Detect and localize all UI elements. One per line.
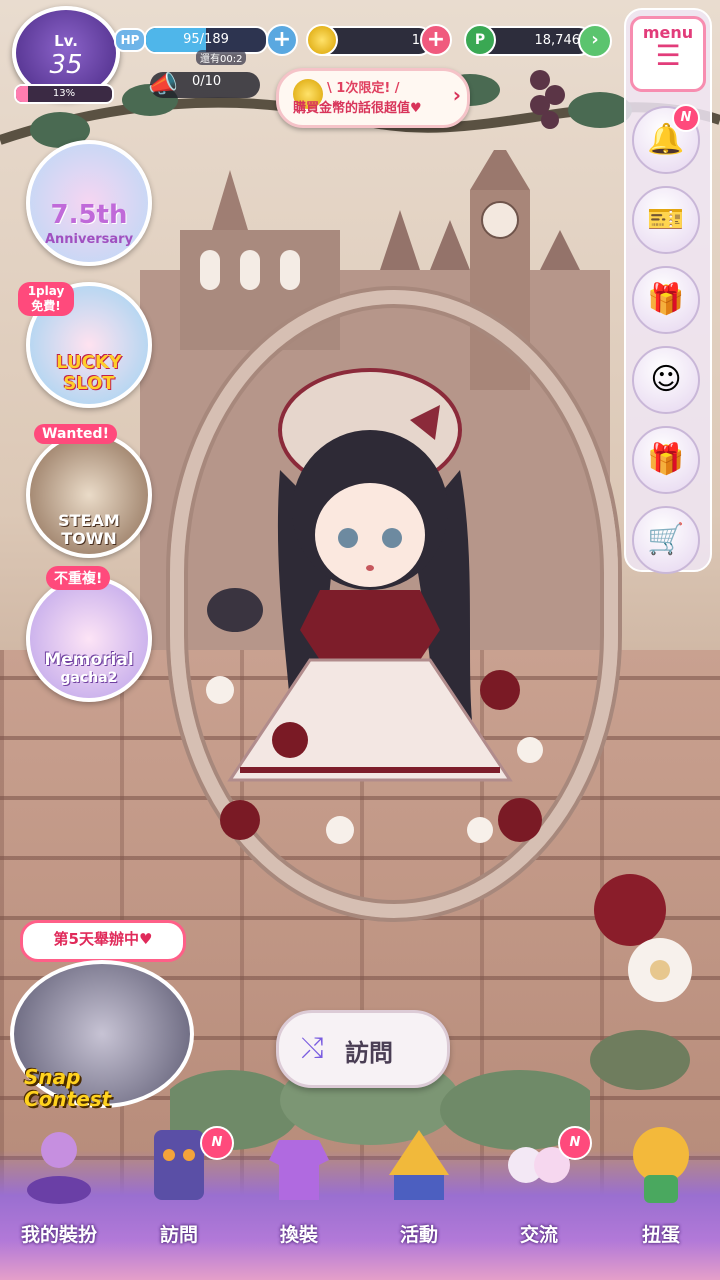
nav-gacha[interactable]: 扭蛋 — [606, 1120, 716, 1280]
steam-town-banner[interactable]: STEAM TOWN — [26, 432, 152, 558]
visit-button[interactable]: ⤭ 訪問 — [276, 1010, 450, 1088]
points-value: 18,746 — [534, 33, 581, 48]
present-box-button[interactable]: 🎁 — [632, 426, 700, 494]
ticket-icon: 🎫 — [647, 202, 685, 237]
shopping-cart-icon: 🛒 — [647, 522, 685, 557]
mascot-button[interactable]: ☺ — [632, 346, 700, 414]
coin-value: 1 — [411, 33, 420, 48]
nav-events-label: 活動 — [399, 1224, 438, 1246]
points-arrow-button[interactable]: › — [578, 24, 612, 58]
avatar-character[interactable] — [180, 300, 560, 860]
snap-title-line1: Snap — [24, 1065, 81, 1089]
anniversary-title: 7.5th — [50, 200, 128, 230]
nav-visit-badge: N — [200, 1126, 234, 1160]
snap-contest-title: Snap Contest — [24, 1066, 111, 1110]
dressing-icon — [27, 1132, 91, 1204]
present-box-icon: 🎁 — [647, 442, 685, 477]
gift-icon: 🎁 — [647, 282, 685, 317]
exp-bar: 13% — [14, 84, 114, 104]
ticket-button[interactable]: 🎫 — [632, 186, 700, 254]
snap-title-line2: Contest — [24, 1087, 112, 1111]
flower-decoration — [590, 874, 692, 1090]
anniversary-subtitle: Anniversary — [44, 232, 134, 247]
level-value: 35 — [49, 50, 83, 80]
memorial-gacha-banner[interactable]: Memorial gacha2 — [26, 576, 152, 702]
add-coins-button[interactable]: + — [420, 24, 452, 56]
visit-label: 訪問 — [345, 1039, 393, 1067]
wardrobe-icon — [269, 1140, 329, 1200]
menu-button[interactable]: menu ☰ — [630, 16, 706, 92]
exp-percent: 13% — [52, 88, 76, 99]
promo-line2: 購買金幣的話很超值♥ — [293, 101, 422, 116]
nav-visit-label: 訪問 — [159, 1224, 198, 1246]
nav-social-badge: N — [558, 1126, 592, 1160]
tent-icon — [389, 1130, 449, 1200]
free-play-tag: 1play 免費! — [18, 282, 74, 316]
shuffle-icon: ⤭ — [301, 1031, 324, 1064]
nav-wardrobe-label: 換裝 — [279, 1224, 318, 1246]
megaphone-icon: 📣 — [148, 70, 178, 98]
ticket-value: 0/10 — [192, 74, 222, 89]
hp-tag: HP — [114, 28, 146, 52]
no-duplicate-tag: 不重複! — [46, 566, 111, 590]
nav-social-label: 交流 — [519, 1224, 558, 1246]
nav-wardrobe[interactable]: 換裝 — [244, 1120, 354, 1280]
nav-my-outfit-label: 我的裝扮 — [20, 1224, 97, 1246]
gift-button[interactable]: 🎁 — [632, 266, 700, 334]
steam-town-title: STEAM TOWN — [58, 511, 120, 548]
notifications-badge: N — [672, 104, 700, 132]
anniversary-event-banner[interactable]: 7.5th Anniversary — [26, 140, 152, 266]
mascot-icon: ☺ — [650, 362, 682, 397]
hp-recovery-timer: 還有00:2 — [196, 50, 247, 65]
shop-button[interactable]: 🛒 — [632, 506, 700, 574]
memorial-subtitle: gacha2 — [60, 670, 118, 686]
hamburger-icon: ☰ — [655, 39, 681, 72]
lucky-slot-title: LUCKY SLOT — [56, 352, 122, 394]
points-icon: P — [464, 24, 496, 56]
memorial-title: Memorial — [44, 650, 134, 670]
nav-gacha-label: 扭蛋 — [641, 1224, 680, 1246]
level-label: Lv. — [54, 32, 78, 50]
add-hp-button[interactable]: + — [266, 24, 298, 56]
coin-promo-banner[interactable]: \ 1次限定! / 購買金幣的話很超值♥ › — [276, 68, 470, 128]
nav-events[interactable]: 活動 — [364, 1120, 474, 1280]
snap-contest-day-label: 第5天舉辦中♥ — [20, 920, 186, 962]
wanted-tag: Wanted! — [34, 424, 117, 444]
nav-my-outfit[interactable]: 我的裝扮 — [4, 1120, 114, 1280]
coin-icon — [306, 24, 338, 56]
chevron-right-icon: › — [452, 83, 461, 107]
hp-value: 95/189 — [183, 32, 229, 47]
gacha-icon — [633, 1127, 689, 1203]
promo-line1: \ 1次限定! / — [327, 81, 400, 96]
